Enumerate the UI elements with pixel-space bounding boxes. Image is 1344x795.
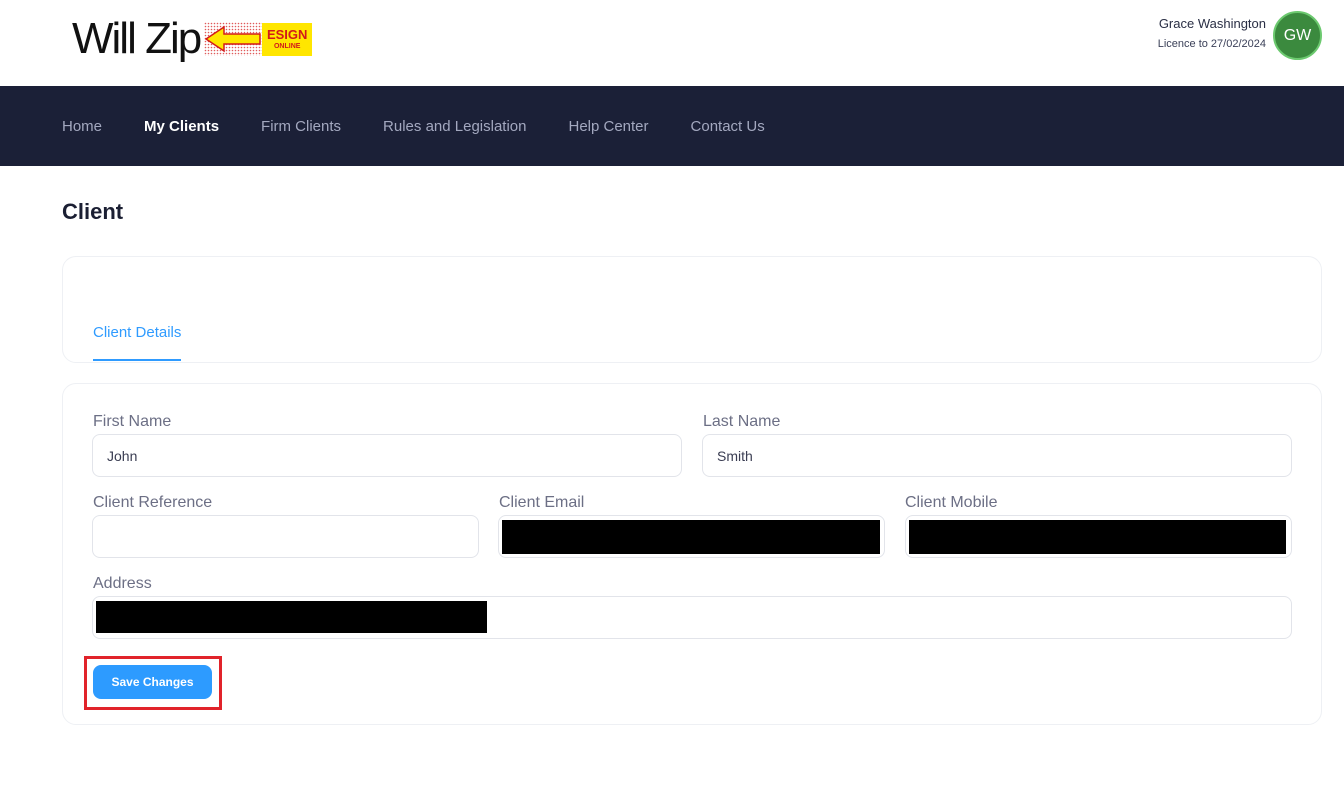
nav-item-my-clients[interactable]: My Clients bbox=[144, 118, 219, 135]
first-name-input[interactable] bbox=[92, 434, 682, 477]
client-mobile-input[interactable] bbox=[905, 515, 1292, 558]
nav-item-home[interactable]: Home bbox=[62, 118, 102, 135]
avatar-initials: GW bbox=[1283, 26, 1312, 44]
page-title: Client bbox=[62, 199, 124, 224]
redacted-address bbox=[96, 601, 487, 633]
client-reference-input[interactable] bbox=[92, 515, 479, 558]
first-name-label: First Name bbox=[93, 413, 172, 430]
redacted-mobile bbox=[909, 520, 1286, 554]
nav-item-rules-and-legislation[interactable]: Rules and Legislation bbox=[383, 118, 526, 135]
client-mobile-label: Client Mobile bbox=[905, 494, 998, 511]
address-label: Address bbox=[93, 575, 152, 592]
client-email-input[interactable] bbox=[498, 515, 885, 558]
nav-item-firm-clients[interactable]: Firm Clients bbox=[261, 118, 341, 135]
nav-item-help-center[interactable]: Help Center bbox=[568, 118, 648, 135]
nav-item-contact-us[interactable]: Contact Us bbox=[691, 118, 765, 135]
user-info: Grace Washington Licence to 27/02/2024 bbox=[1158, 16, 1266, 50]
tab-client-details[interactable]: Client Details bbox=[93, 324, 182, 361]
address-input[interactable] bbox=[92, 596, 1292, 639]
client-email-label: Client Email bbox=[499, 494, 585, 511]
client-form: First Name Last Name Client Reference Cl… bbox=[62, 383, 1322, 725]
logo-text: Will Zip bbox=[72, 14, 202, 63]
tabs-card: Client Details bbox=[62, 256, 1322, 363]
licence-expiry: Licence to 27/02/2024 bbox=[1157, 38, 1266, 50]
esign-badge-main: ESIGN bbox=[266, 27, 308, 42]
main-nav: Home My Clients Firm Clients Rules and L… bbox=[0, 86, 1344, 166]
client-reference-label: Client Reference bbox=[93, 494, 213, 511]
app-header: Will Zip ESIGN ONLINE Grace Washington L… bbox=[0, 0, 1344, 86]
user-name: Grace Washington bbox=[1158, 16, 1266, 31]
redacted-email bbox=[502, 520, 880, 554]
last-name-label: Last Name bbox=[703, 413, 781, 430]
esign-badge: ESIGN ONLINE bbox=[262, 22, 313, 56]
avatar[interactable]: GW bbox=[1273, 11, 1322, 60]
logo[interactable]: Will Zip ESIGN ONLINE bbox=[72, 14, 313, 64]
arrow-left-icon bbox=[204, 22, 263, 56]
esign-badge-sub: ONLINE bbox=[273, 43, 301, 50]
last-name-input[interactable] bbox=[702, 434, 1292, 477]
save-changes-button[interactable]: Save Changes bbox=[93, 665, 212, 699]
